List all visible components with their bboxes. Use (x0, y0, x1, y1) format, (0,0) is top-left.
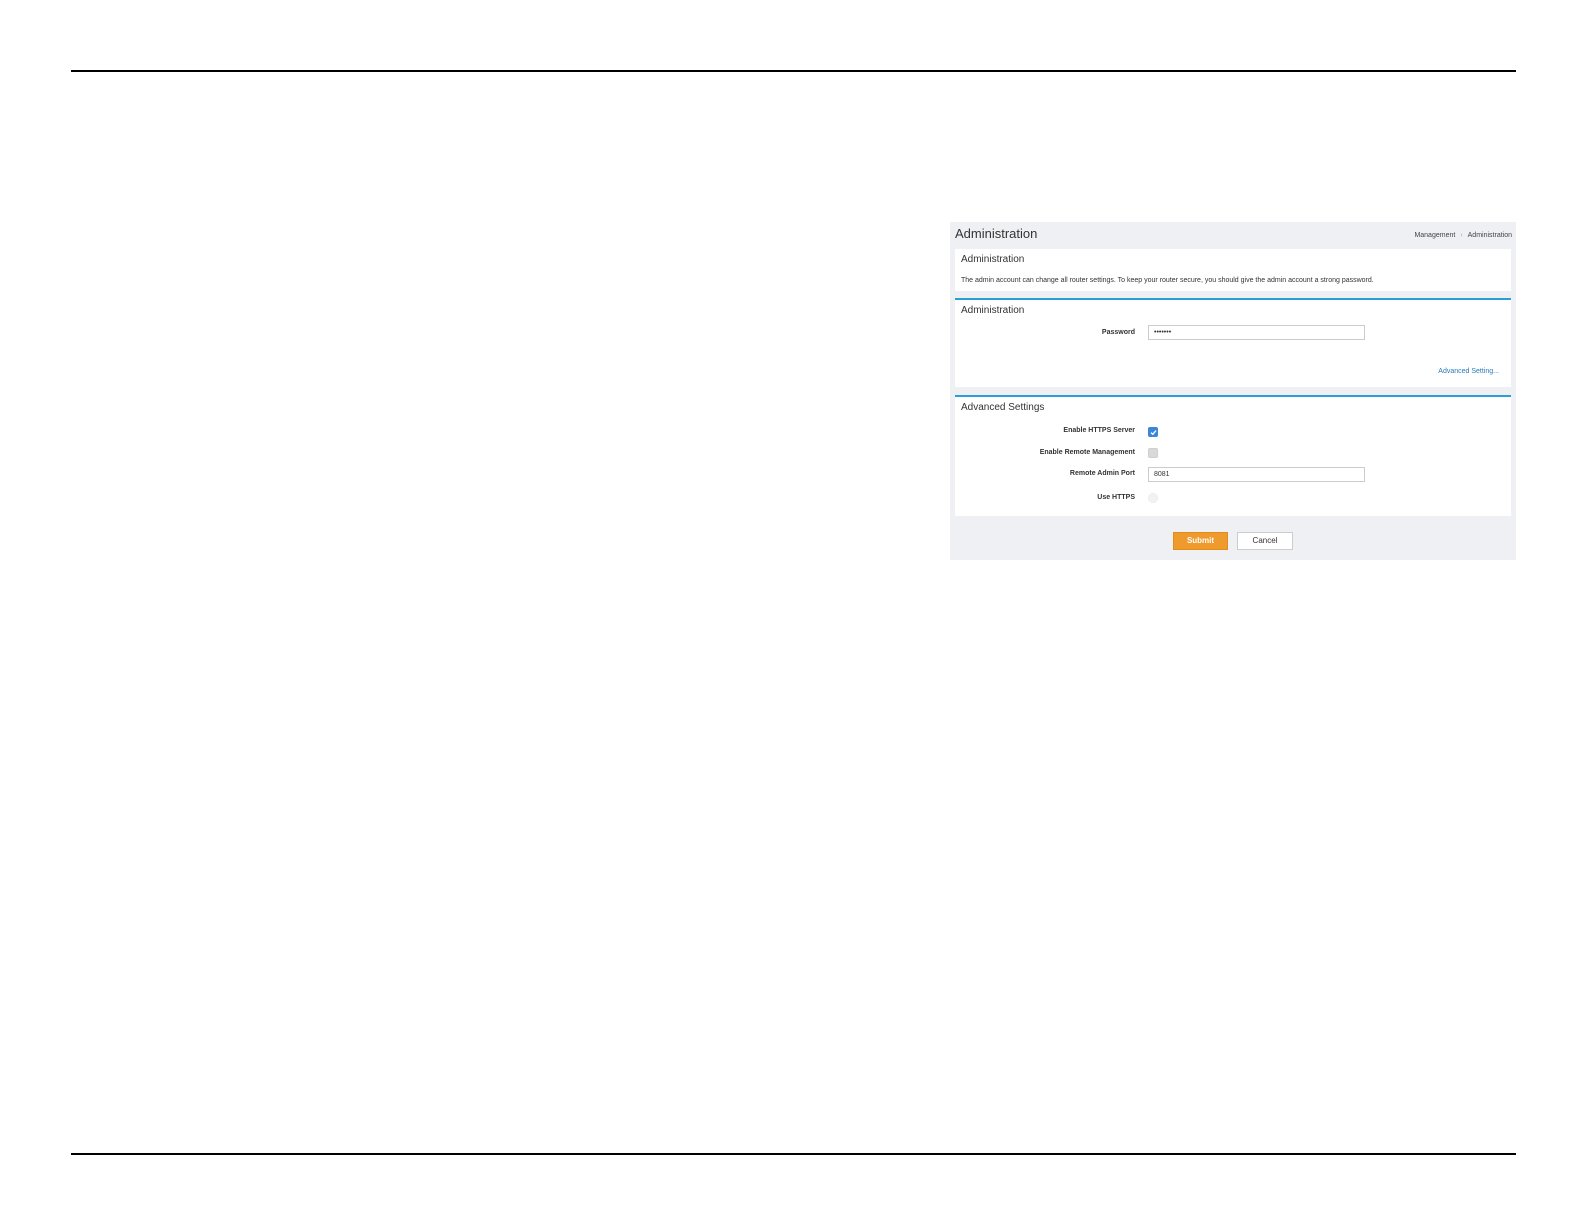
advanced-settings-card: Advanced Settings Enable HTTPS Server En… (955, 395, 1511, 516)
breadcrumb: Management › Administration (1414, 232, 1512, 239)
checkmark-icon (1150, 430, 1157, 436)
remote-management-label: Enable Remote Management (1039, 449, 1135, 456)
intro-card: Administration The admin account can cha… (955, 249, 1511, 291)
admin-section-title: Administration (961, 305, 1025, 316)
remote-admin-port-input[interactable] (1148, 467, 1365, 482)
advanced-setting-link[interactable]: Advanced Setting... (1438, 368, 1499, 375)
intro-description: The admin account can change all router … (961, 277, 1374, 284)
cancel-button[interactable]: Cancel (1237, 532, 1293, 550)
breadcrumb-item-management[interactable]: Management (1414, 232, 1455, 239)
advanced-section-title: Advanced Settings (961, 402, 1045, 413)
top-divider (71, 70, 1516, 72)
remote-admin-port-label: Remote Admin Port (1069, 470, 1135, 477)
submit-button[interactable]: Submit (1173, 532, 1228, 550)
breadcrumb-separator: › (1460, 232, 1463, 239)
page-title: Administration (955, 226, 1038, 241)
https-server-checkbox[interactable] (1148, 427, 1158, 437)
remote-management-checkbox[interactable] (1148, 448, 1158, 458)
use-https-label: Use HTTPS (1097, 494, 1135, 501)
bottom-divider (71, 1153, 1516, 1155)
password-input[interactable] (1148, 325, 1365, 340)
breadcrumb-item-administration: Administration (1467, 232, 1512, 239)
admin-card: Administration Password Advanced Setting… (955, 298, 1511, 387)
password-label: Password (1101, 329, 1135, 336)
intro-title: Administration (961, 254, 1025, 265)
https-server-label: Enable HTTPS Server (1063, 427, 1135, 434)
administration-panel: Administration Management › Administration… (950, 222, 1516, 560)
use-https-radio[interactable] (1148, 493, 1158, 503)
page-header: Administration Management › Administration (950, 222, 1516, 248)
